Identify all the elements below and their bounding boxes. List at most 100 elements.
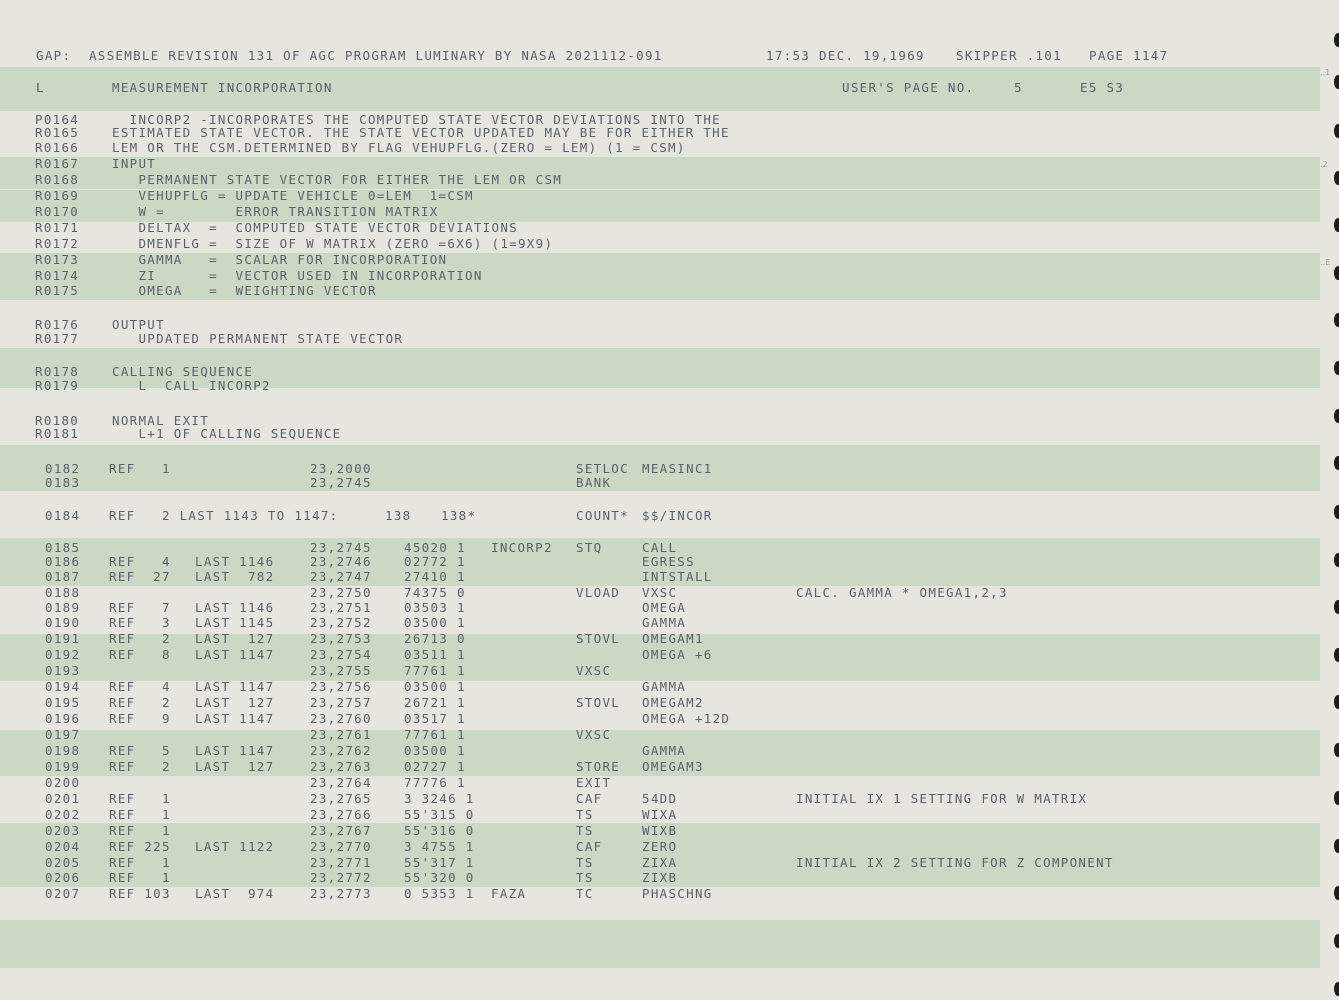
code-n: 0191 <box>45 631 81 646</box>
code-n: 0192 <box>45 647 81 662</box>
code-n: 0201 <box>45 791 81 806</box>
code-last: LAST 127 <box>195 695 275 710</box>
line-number: R0166 <box>35 140 80 155</box>
code-line: 0197 23,2761 77761 1 VXSC <box>0 727 1339 743</box>
code-n: 0187 <box>45 569 81 584</box>
code-addr: 23,2754 <box>310 647 372 662</box>
comment-text: DMENFLG = SIZE OF W MATRIX (ZERO =6X6) (… <box>112 236 554 251</box>
comment-line: R0179 L CALL INCORP2 <box>0 378 1339 394</box>
code-comment: CALC. GAMMA * OMEGA1,2,3 <box>796 585 1008 600</box>
code-operand: OMEGAM1 <box>642 631 704 646</box>
code-operand: 54DD <box>642 791 678 806</box>
code-line: 0192 REF 8 LAST 1147 23,2754 03511 1 OMEGA +6 <box>0 647 1339 663</box>
code-last: LAST 1147 <box>195 743 275 758</box>
section-code: L <box>36 80 45 95</box>
code-last: LAST 1146 <box>195 600 275 615</box>
code-addr: 23,2762 <box>310 743 372 758</box>
code-n: 0189 <box>45 600 81 615</box>
code-line: 0195 REF 2 LAST 127 23,2757 26721 1 STOVL OMEG… <box>0 695 1339 711</box>
code-n: 0206 <box>45 870 81 885</box>
line-number: R0169 <box>35 188 80 203</box>
code-word: 77761 1 <box>404 727 466 742</box>
code-ref: REF 2 <box>109 759 171 774</box>
code-line: 0191 REF 2 LAST 127 23,2753 26713 0 STOVL OMEG… <box>0 631 1339 647</box>
code-last: LAST 1147 <box>195 647 275 662</box>
code-word: 03500 1 <box>404 679 466 694</box>
code-line: 0201 REF 1 23,2765 3 3246 1 CAF 54DD INITIAL I… <box>0 791 1339 807</box>
code-line: 0198 REF 5 LAST 1147 23,2762 03500 1 GAMMA <box>0 743 1339 759</box>
line-number: R0168 <box>35 172 80 187</box>
code-n: 0197 <box>45 727 81 742</box>
code-operand: OMEGA +12D <box>642 711 731 726</box>
code-ref: REF 2 <box>109 695 171 710</box>
code-last: LAST 1147 <box>195 711 275 726</box>
code-n: 0205 <box>45 855 81 870</box>
code-n: 0198 <box>45 743 81 758</box>
code-op: STOVL <box>576 695 621 710</box>
count-value: 138 <box>385 508 412 523</box>
code-word: 03511 1 <box>404 647 466 662</box>
code-word: 0 5353 1 <box>404 886 475 901</box>
count-ref: REF 2 LAST 1143 TO 1147: <box>109 508 339 523</box>
code-line: 0199 REF 2 LAST 127 23,2763 02727 1 STORE OMEG… <box>0 759 1339 775</box>
line-number: R0167 <box>35 156 80 171</box>
code-ref: REF 7 <box>109 600 171 615</box>
code-operand: GAMMA <box>642 743 687 758</box>
code-operand: OMEGAM2 <box>642 695 704 710</box>
comment-text: DELTAX = COMPUTED STATE VECTOR DEVIATION… <box>112 220 518 235</box>
line-number: R0172 <box>35 236 80 251</box>
comment-line: R0166 LEM OR THE CSM.DETERMINED BY FLAG V… <box>0 140 1339 156</box>
line-number: R0165 <box>35 125 80 140</box>
feed-hole <box>1334 982 1339 996</box>
code-operand: WIXB <box>642 823 678 838</box>
code-line: 0188 23,2750 74375 0 VLOAD VXSC CALC. GAMMA *… <box>0 585 1339 601</box>
line-number: R0174 <box>35 268 80 283</box>
code-word: 02727 1 <box>404 759 466 774</box>
comment-line: R0181 L+1 OF CALLING SEQUENCE <box>0 426 1339 442</box>
code-operand: ZIXA <box>642 855 678 870</box>
line-number: R0177 <box>35 331 80 346</box>
comment-text: PERMANENT STATE VECTOR FOR EITHER THE LE… <box>112 172 563 187</box>
line-number: R0173 <box>35 252 80 267</box>
code-word: 77761 1 <box>404 663 466 678</box>
code-line: 0186 REF 4 LAST 1146 23,2746 02772 1 EGRESS <box>0 554 1339 570</box>
code-addr: 23,2755 <box>310 663 372 678</box>
code-line: 0204 REF 225 LAST 1122 23,2770 3 4755 1 CAF ZE… <box>0 839 1339 855</box>
count-row: 0184 REF 2 LAST 1143 TO 1147: 138 138* C… <box>0 508 1339 524</box>
code-op: TS <box>576 870 594 885</box>
code-word: 26721 1 <box>404 695 466 710</box>
code-addr: 23,2771 <box>310 855 372 870</box>
comment-line: R0168 PERMANENT STATE VECTOR FOR EITHER … <box>0 172 1339 188</box>
code-op: VLOAD <box>576 585 621 600</box>
code-word: 55'317 1 <box>404 855 475 870</box>
code-n: 0194 <box>45 679 81 694</box>
code-op: BANK <box>576 475 612 490</box>
code-line: 0203 REF 1 23,2767 55'316 0 TS WIXB <box>0 823 1339 839</box>
code-operand: VXSC <box>642 585 678 600</box>
code-n: 0200 <box>45 775 81 790</box>
code-last: LAST 974 <box>195 886 275 901</box>
comment-text: VEHUPFLG = UPDATE VEHICLE 0=LEM 1=CSM <box>112 188 474 203</box>
comment-line: R0170 W = ERROR TRANSITION MATRIX <box>0 204 1339 220</box>
code-op: STORE <box>576 759 621 774</box>
code-operand: OMEGAM3 <box>642 759 704 774</box>
code-line: 0205 REF 1 23,2771 55'317 1 TS ZIXA INITIAL IX… <box>0 855 1339 871</box>
code-ref: REF 1 <box>109 855 171 870</box>
code-last: LAST 127 <box>195 631 275 646</box>
code-n: 0195 <box>45 695 81 710</box>
users-page-label: USER'S PAGE NO. <box>842 80 975 95</box>
code-addr: 23,2767 <box>310 823 372 838</box>
code-addr: 23,2745 <box>310 475 372 490</box>
code-word: 27410 1 <box>404 569 466 584</box>
comment-line: R0174 ZI = VECTOR USED IN INCORPORATION <box>0 268 1339 284</box>
code-line: 0193 23,2755 77761 1 VXSC <box>0 663 1339 679</box>
section-reference: E5 S3 <box>1080 80 1125 95</box>
code-addr: 23,2761 <box>310 727 372 742</box>
line-number: R0179 <box>35 378 80 393</box>
code-addr: 23,2746 <box>310 554 372 569</box>
code-line: 0200 23,2764 77776 1 EXIT <box>0 775 1339 791</box>
code-op: STOVL <box>576 631 621 646</box>
comment-text: UPDATED PERMANENT STATE VECTOR <box>112 331 404 346</box>
code-line: 0196 REF 9 LAST 1147 23,2760 03517 1 OMEGA +1… <box>0 711 1339 727</box>
count-operand: $$/INCOR <box>642 508 713 523</box>
